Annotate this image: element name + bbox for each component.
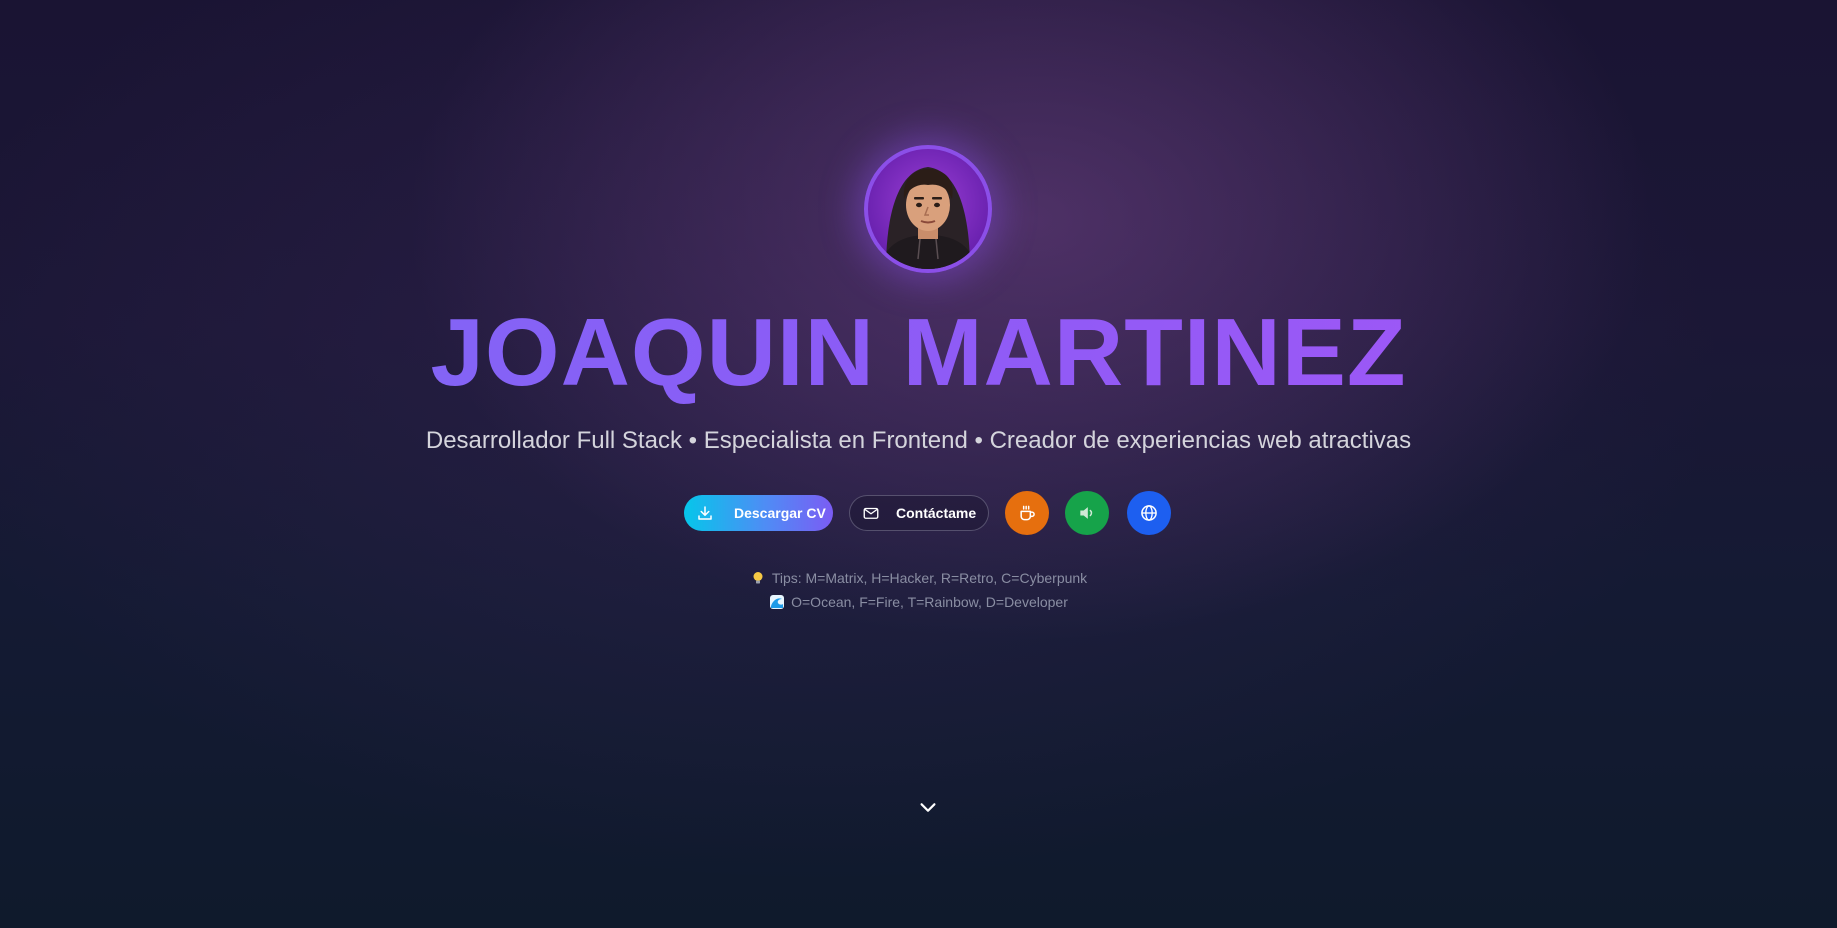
- wave-icon: [770, 595, 785, 609]
- page-title: JOAQUIN MARTINEZ: [0, 298, 1837, 408]
- tips-line-1: Tips: M=Matrix, H=Hacker, R=Retro, C=Cyb…: [0, 568, 1837, 588]
- coffee-icon: [1020, 505, 1035, 521]
- tips-text-1: Tips: M=Matrix, H=Hacker, R=Retro, C=Cyb…: [771, 570, 1088, 586]
- contact-label: Contáctame: [896, 505, 977, 521]
- sound-icon: [1080, 507, 1093, 519]
- globe-icon: [1141, 505, 1157, 521]
- language-button[interactable]: [1127, 491, 1171, 535]
- chevron-down-icon[interactable]: [917, 797, 939, 819]
- tips-text-2: O=Ocean, F=Fire, T=Rainbow, D=Developer: [791, 594, 1068, 610]
- download-cv-label: Descargar CV: [734, 505, 826, 521]
- tips-line-2: O=Ocean, F=Fire, T=Rainbow, D=Developer: [0, 592, 1837, 612]
- tagline: Desarrollador Full Stack • Especialista …: [425, 427, 1412, 454]
- sound-toggle-button[interactable]: [1065, 491, 1109, 535]
- avatar: [864, 145, 992, 273]
- lightbulb-icon: [753, 572, 763, 584]
- coffee-button[interactable]: [1005, 491, 1049, 535]
- download-icon: [698, 506, 712, 520]
- contact-button[interactable]: Contáctame: [849, 495, 989, 531]
- action-bar: Descargar CV Contáctame: [684, 491, 1171, 535]
- download-cv-button[interactable]: Descargar CV: [684, 495, 833, 531]
- mail-icon: [863, 507, 879, 519]
- avatar-portrait-icon: [880, 167, 976, 269]
- hero-section: JOAQUIN MARTINEZ Desarrollador Full Stac…: [0, 0, 1837, 928]
